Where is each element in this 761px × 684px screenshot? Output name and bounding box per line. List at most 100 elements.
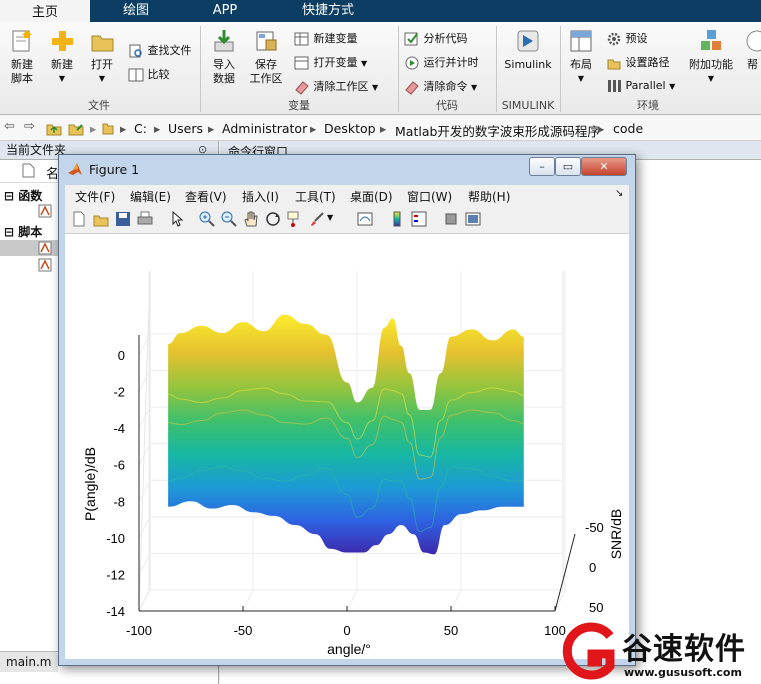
figure-toolbar: ▼ [65,207,629,234]
find-files-button[interactable]: 查找文件 [128,42,192,59]
y-axis-label: P(angle)/dB [82,447,98,521]
chevron-down-icon[interactable]: ▼ [84,72,120,86]
set-path-button[interactable]: 设置路径 [606,54,670,71]
menu-tools[interactable]: 工具(T) [295,188,336,205]
menu-window[interactable]: 窗口(W) [407,188,452,205]
save-workspace-button[interactable]: 保存 工作区 [246,28,286,86]
path-crumb-drive[interactable]: C: [134,121,147,136]
new-button[interactable]: 新建 ▼ [44,28,80,86]
menu-insert[interactable]: 插入(I) [242,188,279,205]
figure-window[interactable]: Figure 1 – ▭ ✕ 文件(F) 编辑(E) 查看(V) 插入(I) 工… [58,154,636,666]
simulink-button[interactable]: Simulink [500,28,556,72]
watermark-brand: 谷速软件 [622,632,746,667]
parallel-button[interactable]: Parallel ▼ [606,78,675,94]
path-crumb[interactable]: Users [168,121,203,136]
dock-arrow-icon[interactable]: ↘ [615,188,623,199]
chevron-down-icon[interactable]: ▼ [327,213,333,222]
tab-apps[interactable]: APP [182,0,268,22]
pointer-icon[interactable] [169,211,185,227]
chevron-down-icon[interactable]: ▼ [669,82,675,91]
selected-file-row[interactable] [0,240,58,256]
print-icon[interactable] [137,211,153,227]
legend-icon[interactable] [411,211,427,227]
new-script-button[interactable]: 新建 脚本 [4,28,40,86]
ribbon-separator [496,26,497,112]
forward-arrow-icon[interactable]: ⇨ [24,119,35,134]
chevron-down-icon[interactable]: ▼ [361,59,367,68]
zoom-in-icon[interactable] [199,211,215,227]
compare-label: 比较 [147,68,170,81]
figure-title-bar[interactable]: Figure 1 – ▭ ✕ [59,155,635,183]
matlab-script-file-icon [38,241,52,255]
maximize-button[interactable]: ▭ [555,157,581,176]
menu-view[interactable]: 查看(V) [185,188,227,205]
surface-chart[interactable]: 0-2-4-6-8-10-12-14-100 -50 0 50 100-50050 an… [65,234,629,659]
y-tick-label: -10 [106,531,125,546]
layout-button[interactable]: 布局 ▼ [564,28,598,86]
save-workspace-icon [256,31,277,51]
chevron-down-icon[interactable]: ▼ [372,83,378,92]
zoom-out-icon[interactable] [221,211,237,227]
open-variable-button[interactable]: 打开变量 ▼ [294,54,367,71]
pan-hand-icon[interactable] [243,211,259,227]
chevron-down-icon[interactable]: ▼ [44,72,80,86]
tab-shortcuts[interactable]: 快捷方式 [270,0,386,22]
up-folder-icon[interactable] [46,120,62,136]
help-button[interactable]: 帮 [744,28,761,72]
plot-canvas[interactable]: 0 -2 -4 -6 -8 -10 -12 -14 -100 -50 0 50 100 -50 0 50 an… [65,234,629,659]
path-crumb[interactable]: code [613,121,643,136]
panel-title: 当前文件夹 [6,143,67,157]
help-icon [746,30,761,52]
new-variable-button[interactable]: 新建变量 [294,30,358,47]
matlab-function-file-icon[interactable] [38,204,52,218]
chevron-down-icon[interactable]: ▼ [686,72,736,86]
brush-icon[interactable] [309,211,325,227]
tree-group-functions[interactable]: ⊟ 函数 [4,187,42,204]
data-cursor-icon[interactable] [287,211,303,227]
chevron-down-icon[interactable]: ▼ [471,83,477,92]
show-plot-tools-icon[interactable] [465,211,481,227]
back-arrow-icon[interactable]: ⇦ [4,119,15,134]
watermark-logo-icon [562,622,615,680]
path-crumb[interactable]: Matlab开发的数字波束形成源码程序 [395,121,600,140]
colorbar-icon[interactable] [389,211,405,227]
tab-plots[interactable]: 绘图 [92,0,180,22]
tab-home[interactable]: 主页 [0,0,90,24]
clear-workspace-button[interactable]: 清除工作区 ▼ [294,78,378,95]
open-button[interactable]: 打开 ▼ [84,28,120,86]
file-details-bar: main.m [0,651,58,672]
collapse-icon[interactable]: ⊟ [4,189,14,203]
x-tick-label: 50 [444,623,458,638]
preferences-button[interactable]: 预设 [606,30,648,47]
import-icon [214,30,234,52]
import-data-button[interactable]: 导入 数据 [206,28,242,86]
save-icon[interactable] [115,211,131,227]
analyze-code-button[interactable]: 分析代码 [404,30,468,47]
compare-button[interactable]: 比较 [128,66,170,83]
path-crumb[interactable]: Administrator [222,121,307,136]
rotate-3d-icon[interactable] [265,211,281,227]
matlab-script-file-icon[interactable] [38,258,52,272]
path-crumb[interactable]: Desktop [324,121,376,136]
parallel-label: Parallel [625,79,666,92]
clear-commands-button[interactable]: 清除命令 ▼ [404,78,477,95]
minimize-button[interactable]: – [529,157,555,176]
new-figure-icon[interactable] [71,211,87,227]
run-and-time-icon [405,56,419,70]
x-axis-label: angle/° [327,641,371,657]
collapse-icon[interactable]: ⊟ [4,225,14,239]
menu-desktop[interactable]: 桌面(D) [350,188,393,205]
link-plot-icon[interactable] [357,211,373,227]
run-and-time-button[interactable]: 运行并计时 [404,54,479,71]
open-file-icon[interactable] [93,211,109,227]
tree-group-scripts[interactable]: ⊟ 脚本 [4,223,42,240]
menu-help[interactable]: 帮助(H) [468,188,510,205]
hide-plot-tools-icon[interactable] [443,211,459,227]
menu-file[interactable]: 文件(F) [75,188,115,205]
menu-edit[interactable]: 编辑(E) [130,188,171,205]
browse-folder-icon[interactable] [68,120,84,136]
close-button[interactable]: ✕ [581,157,627,176]
addons-button[interactable]: 附加功能 ▼ [686,28,736,86]
chevron-down-icon[interactable]: ▼ [564,72,598,86]
back-wall-edge [138,270,151,612]
